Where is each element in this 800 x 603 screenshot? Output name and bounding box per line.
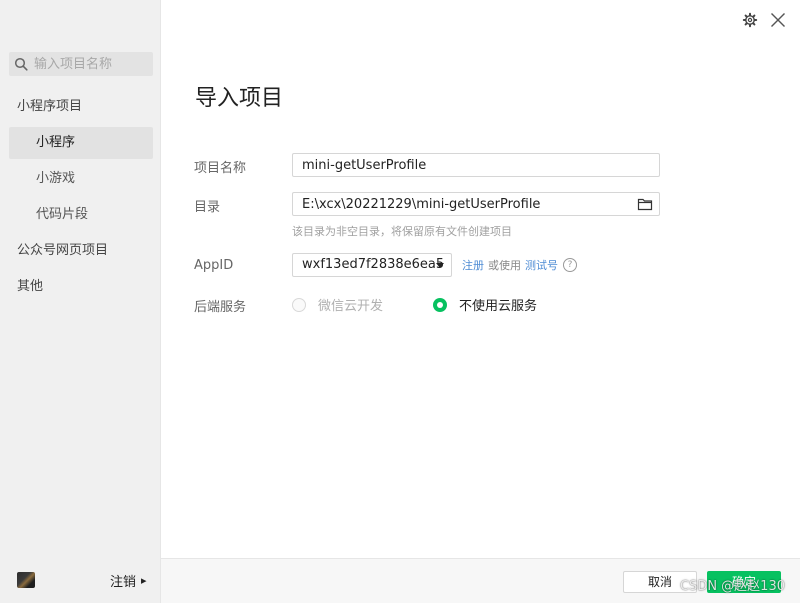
search-input[interactable] <box>32 55 148 73</box>
or-use-text: 或使用 <box>488 259 521 272</box>
sidebar: 小程序项目 小程序 小游戏 代码片段 公众号网页项目 其他 注销 ▸ <box>0 0 161 603</box>
nav-miniprogram[interactable]: 小程序 <box>9 127 153 159</box>
appid-select[interactable]: wxf13ed7f2838e6ea5 <box>292 253 452 277</box>
appid-links: 注册 或使用 测试号 ? <box>462 257 577 273</box>
chevron-right-icon: ▸ <box>141 574 147 587</box>
help-icon[interactable]: ? <box>563 258 577 272</box>
register-link[interactable]: 注册 <box>462 257 484 273</box>
radio-button <box>433 297 447 312</box>
radio-label: 不使用云服务 <box>459 299 538 314</box>
project-name-input[interactable] <box>292 153 660 177</box>
nav-miniprogram-project[interactable]: 小程序项目 <box>9 91 153 123</box>
logout-button[interactable]: 注销 ▸ <box>110 571 147 590</box>
nav-minigame[interactable]: 小游戏 <box>9 163 153 195</box>
folder-icon[interactable] <box>637 196 653 212</box>
watermark: CSDN @赵赵130 <box>679 579 785 594</box>
appid-label: AppID <box>194 258 234 273</box>
logout-label: 注销 <box>110 575 137 590</box>
radio-button <box>292 297 306 312</box>
backend-label: 后端服务 <box>194 300 247 315</box>
search-icon <box>14 57 28 71</box>
nav-code-snippet[interactable]: 代码片段 <box>9 199 153 231</box>
directory-input[interactable] <box>293 193 629 215</box>
search-box[interactable] <box>9 52 153 76</box>
radio-wechat-cloud[interactable]: 微信云开发 <box>292 295 383 314</box>
appid-value: wxf13ed7f2838e6ea5 <box>302 257 445 272</box>
avatar[interactable] <box>17 572 35 588</box>
nav-official-account-web[interactable]: 公众号网页项目 <box>9 235 153 267</box>
caret-down-icon <box>436 263 444 268</box>
page-title: 导入项目 <box>195 86 284 111</box>
sidebar-footer: 注销 ▸ <box>0 559 161 603</box>
gear-icon[interactable] <box>742 12 758 28</box>
directory-label: 目录 <box>194 200 221 215</box>
project-name-label: 项目名称 <box>194 161 247 176</box>
radio-label: 微信云开发 <box>318 299 384 314</box>
nav-other[interactable]: 其他 <box>9 271 153 303</box>
directory-hint: 该目录为非空目录，将保留原有文件创建项目 <box>292 225 512 238</box>
test-account-link[interactable]: 测试号 <box>525 257 558 273</box>
window-controls <box>742 12 786 28</box>
directory-field <box>292 192 660 216</box>
close-icon[interactable] <box>770 12 786 28</box>
radio-no-cloud[interactable]: 不使用云服务 <box>433 295 537 314</box>
